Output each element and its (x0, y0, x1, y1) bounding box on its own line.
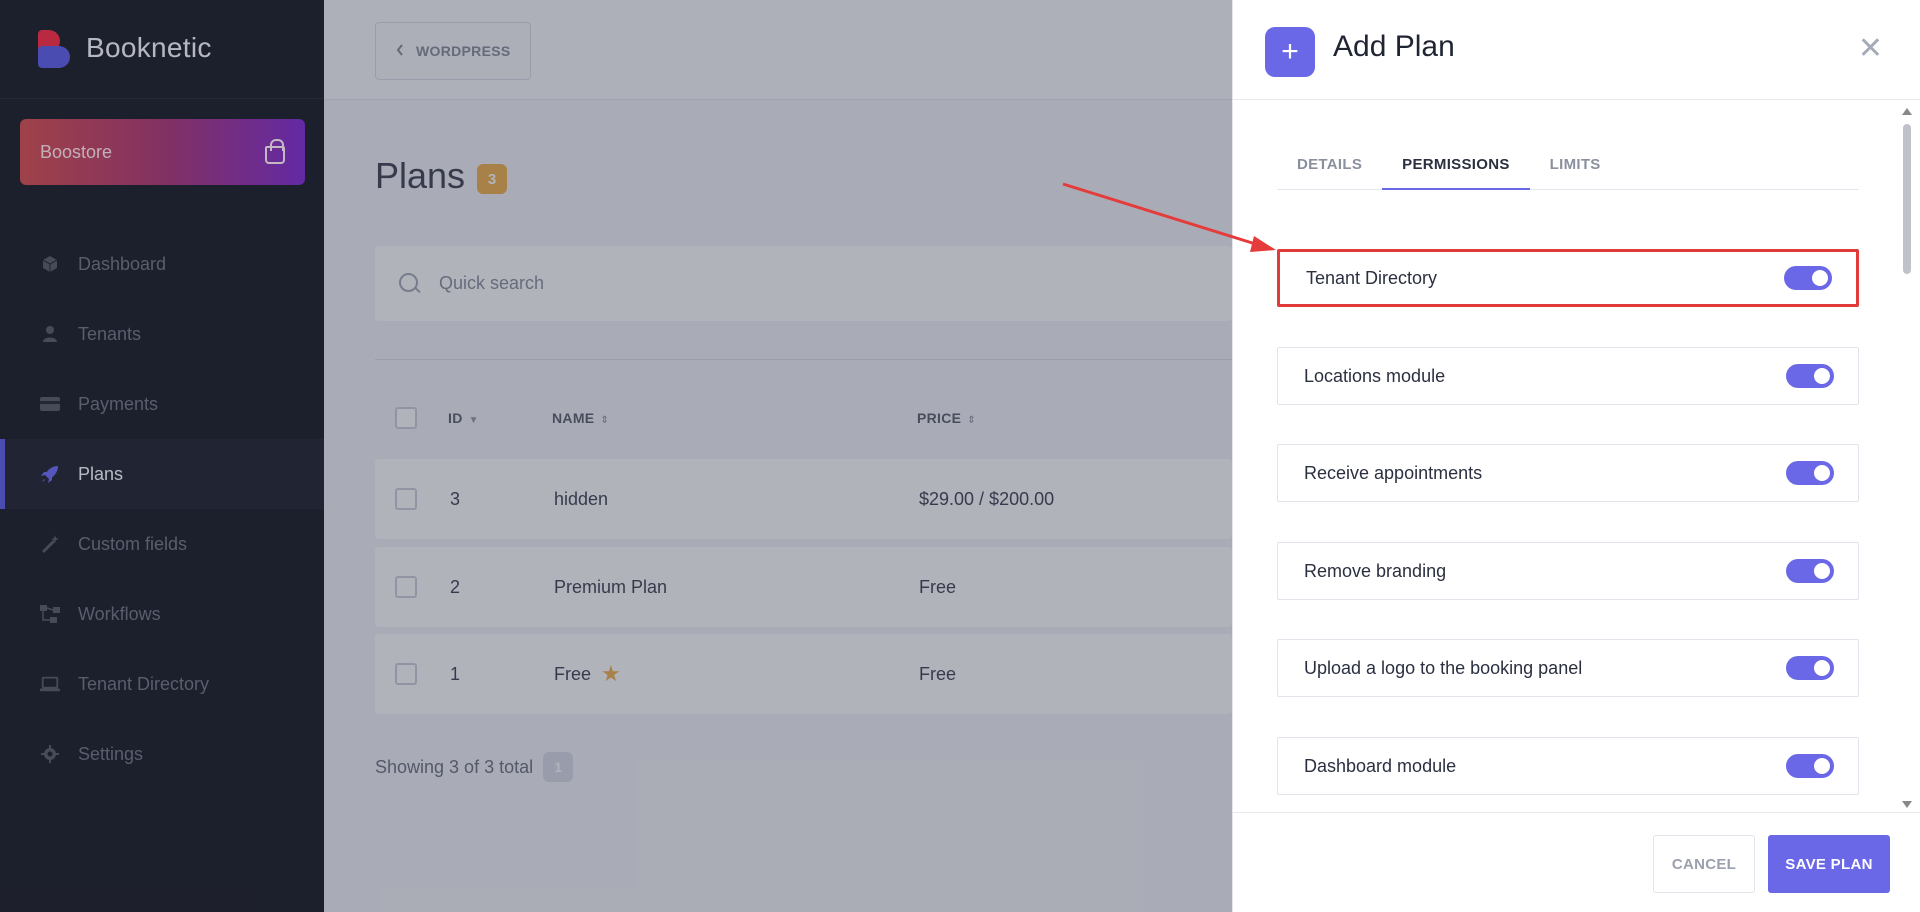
permission-toggle[interactable] (1784, 266, 1832, 290)
tab-permissions[interactable]: PERMISSIONS (1382, 148, 1530, 190)
permission-receive-appointments: Receive appointments (1277, 444, 1859, 502)
scroll-down-arrow-icon[interactable] (1902, 801, 1912, 808)
permission-label: Locations module (1304, 365, 1446, 386)
sidebar-dim-overlay (0, 0, 324, 912)
save-plan-button[interactable]: SAVE PLAN (1768, 835, 1890, 893)
tab-details[interactable]: DETAILS (1277, 148, 1382, 190)
permission-locations-module: Locations module (1277, 347, 1859, 405)
scroll-thumb[interactable] (1903, 124, 1911, 274)
permission-toggle[interactable] (1786, 754, 1834, 778)
drawer-title: Add Plan (1333, 30, 1455, 63)
drawer-header: + Add Plan ✕ (1233, 0, 1920, 100)
permission-label: Receive appointments (1304, 462, 1483, 483)
permission-label: Remove branding (1304, 560, 1447, 581)
drawer-scrollbar[interactable] (1902, 108, 1912, 808)
scroll-up-arrow-icon[interactable] (1902, 108, 1912, 115)
permission-dashboard-module: Dashboard module (1277, 737, 1859, 795)
permission-toggle[interactable] (1786, 656, 1834, 680)
permission-upload-logo: Upload a logo to the booking panel (1277, 639, 1859, 697)
cancel-button[interactable]: CANCEL (1653, 835, 1755, 893)
tab-bar: DETAILS PERMISSIONS LIMITS (1277, 148, 1859, 190)
permission-tenant-directory: Tenant Directory (1277, 249, 1859, 307)
permission-toggle[interactable] (1786, 559, 1834, 583)
permission-label: Dashboard module (1304, 755, 1457, 776)
tab-limits[interactable]: LIMITS (1530, 148, 1621, 190)
modal-dim-overlay[interactable] (324, 0, 1232, 912)
permission-label: Tenant Directory (1306, 267, 1438, 288)
permission-toggle[interactable] (1786, 461, 1834, 485)
plus-icon: + (1265, 27, 1315, 77)
permission-label: Upload a logo to the booking panel (1304, 657, 1583, 678)
drawer-footer: CANCEL SAVE PLAN (1233, 812, 1920, 912)
permission-remove-branding: Remove branding (1277, 542, 1859, 600)
add-plan-drawer: + Add Plan ✕ DETAILS PERMISSIONS LIMITS … (1232, 0, 1920, 912)
close-icon[interactable]: ✕ (1858, 34, 1883, 64)
permission-toggle[interactable] (1786, 364, 1834, 388)
